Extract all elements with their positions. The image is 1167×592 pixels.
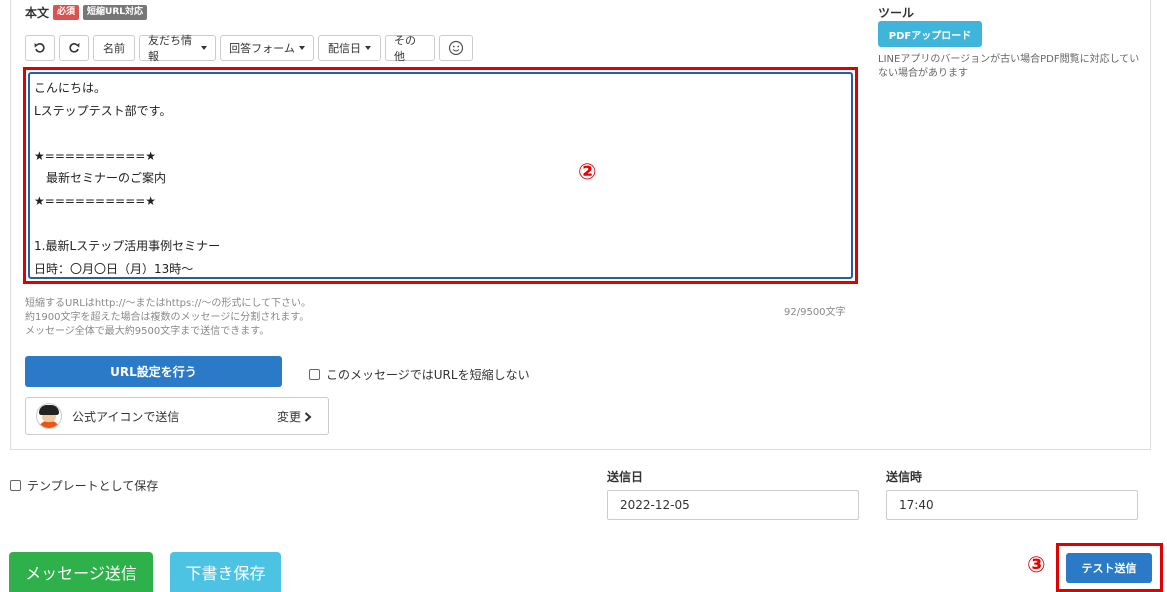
delivery-date-dropdown[interactable]: 配信日 xyxy=(318,35,381,61)
send-time-label: 送信時 xyxy=(886,470,923,484)
required-badge: 必須 xyxy=(53,5,80,20)
helper-line: 短縮するURLはhttp://〜またはhttps://〜の形式にして下さい。 xyxy=(25,298,312,309)
annotation-marker-3: ③ xyxy=(1027,553,1046,578)
body-label: 本文 xyxy=(25,6,50,20)
editor-line: 最新セミナーのご案内 xyxy=(34,171,167,186)
sender-label: 公式アイコンで送信 xyxy=(72,409,180,424)
emoji-button[interactable] xyxy=(439,35,473,61)
other-button[interactable]: その他 xyxy=(385,34,435,63)
friend-info-label: 友だち情報 xyxy=(148,34,192,63)
caret-down-icon xyxy=(365,46,371,50)
change-sender-link[interactable]: 変更 xyxy=(277,408,312,425)
editor-highlight-frame: こんにちは。 Lステップテスト部です。 ★==========★ 最新セミナーの… xyxy=(23,67,858,284)
test-send-highlight-frame: テスト送信 xyxy=(1056,543,1163,592)
change-sender-label: 変更 xyxy=(276,410,301,424)
url-helper-text: 短縮するURLはhttp://〜またはhttps://〜の形式にして下さい。 約… xyxy=(25,297,311,339)
save-as-template-checkbox[interactable] xyxy=(10,480,21,491)
tools-title: ツール xyxy=(878,6,915,20)
editor-line: ★==========★ xyxy=(34,193,157,208)
sender-selector[interactable]: 公式アイコンで送信 変更 xyxy=(25,397,329,435)
no-shorten-checkbox[interactable] xyxy=(309,369,320,380)
url-settings-button[interactable]: URL設定を行う xyxy=(25,356,282,387)
friend-info-dropdown[interactable]: 友だち情報 xyxy=(139,34,216,63)
chevron-right-icon xyxy=(304,411,312,422)
redo-icon xyxy=(69,43,80,53)
short-url-badge: 短縮URL対応 xyxy=(83,5,148,20)
save-as-template-label: テンプレートとして保存 xyxy=(27,479,159,493)
save-draft-button[interactable]: 下書き保存 xyxy=(170,552,281,592)
editor-line: ★==========★ xyxy=(34,148,157,163)
avatar xyxy=(36,403,62,429)
body-heading: 本文 必須 短縮URL対応 xyxy=(25,4,148,21)
editor-toolbar: 名前 友だち情報 回答フォーム 配信日 その他 xyxy=(25,34,473,63)
no-shorten-label: このメッセージではURLを短縮しない xyxy=(326,368,530,382)
no-shorten-option[interactable]: このメッセージではURLを短縮しない xyxy=(309,366,530,383)
message-body-textarea[interactable]: こんにちは。 Lステップテスト部です。 ★==========★ 最新セミナーの… xyxy=(28,72,853,279)
send-time-input[interactable]: 17:40 xyxy=(886,490,1138,520)
undo-icon xyxy=(34,43,45,53)
redo-button[interactable] xyxy=(59,35,89,61)
insert-name-label: 名前 xyxy=(103,42,125,55)
char-count: 92/9500文字 xyxy=(784,307,846,318)
editor-line: こんにちは。 xyxy=(34,81,107,95)
send-date-label: 送信日 xyxy=(607,470,644,484)
other-label: その他 xyxy=(394,34,416,63)
helper-line: 約1900文字を超えた場合は複数のメッセージに分割されます。 xyxy=(25,312,310,323)
annotation-marker-2: ② xyxy=(578,160,597,185)
editor-line: 1.最新Lステップ活用事例セミナー xyxy=(34,239,221,254)
test-send-button[interactable]: テスト送信 xyxy=(1066,553,1152,583)
answer-form-dropdown[interactable]: 回答フォーム xyxy=(220,35,314,61)
save-as-template-option[interactable]: テンプレートとして保存 xyxy=(10,477,158,494)
pdf-note: LINEアプリのバージョンが古い場合PDF閲覧に対応していない場合があります xyxy=(878,54,1140,79)
undo-button[interactable] xyxy=(25,35,55,61)
answer-form-label: 回答フォーム xyxy=(229,42,295,55)
caret-down-icon xyxy=(201,46,207,50)
editor-line: 日時：〇月〇日（月）13時〜 xyxy=(34,261,194,276)
pdf-upload-button[interactable]: PDFアップロード xyxy=(878,21,982,47)
delivery-date-label: 配信日 xyxy=(328,42,361,55)
smiley-icon xyxy=(448,40,464,56)
send-message-button[interactable]: メッセージ送信 xyxy=(9,552,153,592)
insert-name-button[interactable]: 名前 xyxy=(93,35,135,61)
send-date-input[interactable]: 2022-12-05 xyxy=(607,490,859,520)
editor-line: Lステップテスト部です。 xyxy=(34,103,172,118)
caret-down-icon xyxy=(298,46,305,50)
helper-line: メッセージ全体で最大約9500文字まで送信できます。 xyxy=(25,326,270,337)
